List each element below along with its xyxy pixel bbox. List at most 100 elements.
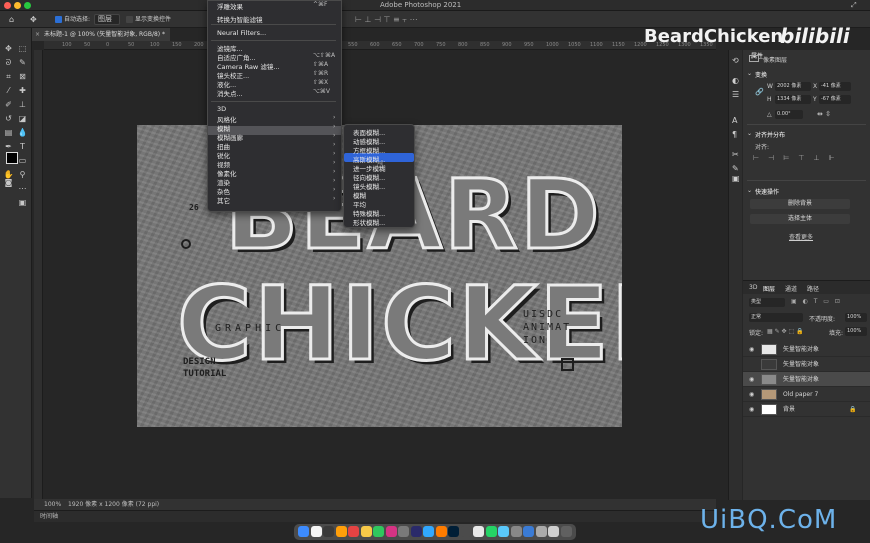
pen-tool-icon[interactable]: ✒ xyxy=(3,142,14,152)
fullscreen-icon[interactable]: ⤢ xyxy=(851,1,857,10)
close-window-button[interactable] xyxy=(4,2,11,9)
tool-presets-icon[interactable]: ✂ xyxy=(732,150,739,159)
dock-app-icon[interactable] xyxy=(310,526,322,537)
dock-app-icon[interactable] xyxy=(323,526,334,537)
eraser-icon[interactable]: ◪ xyxy=(17,114,28,124)
layer-row-selected[interactable]: ◉ 矢量智能对象 xyxy=(743,372,870,387)
crop-tool-icon[interactable]: ⌗ xyxy=(3,72,14,82)
history-panel-icon[interactable]: ⟲ xyxy=(732,56,739,65)
frame-tool-icon[interactable]: ⊠ xyxy=(17,72,28,82)
layer-kind-filter[interactable]: 类型 xyxy=(749,298,785,307)
type-tool-icon[interactable]: T xyxy=(17,142,28,152)
quick-actions-chevron-icon[interactable]: ⌄ xyxy=(747,187,752,194)
lasso-tool-icon[interactable]: ᘐ xyxy=(3,58,14,68)
learn-more-link[interactable]: 查看更多 xyxy=(789,232,813,241)
dock-app-icon[interactable] xyxy=(523,526,534,537)
transform-section-title[interactable]: 变换 xyxy=(755,70,767,79)
move-tool-icon[interactable]: ✥ xyxy=(30,14,37,25)
tab-channels[interactable]: 通道 xyxy=(785,284,797,293)
show-transform-checkbox[interactable] xyxy=(126,16,133,23)
align-chevron-icon[interactable]: ⌄ xyxy=(747,130,752,137)
height-field[interactable]: 1334 像素 xyxy=(775,95,811,104)
more-tools-icon[interactable]: ⋯ xyxy=(17,184,28,194)
blend-mode-select[interactable]: 正常 xyxy=(749,313,803,322)
align-section-title[interactable]: 对齐并分布 xyxy=(755,130,785,139)
horizontal-ruler[interactable]: 1005005010015020025030035040045050055060… xyxy=(44,41,716,50)
rectangle-tool-icon[interactable]: ▭ xyxy=(17,156,28,166)
dock-app-icon[interactable] xyxy=(410,526,422,537)
dock-app-icon[interactable] xyxy=(460,526,472,537)
remove-background-button[interactable]: 删除背景 xyxy=(750,199,850,209)
link-dimensions-icon[interactable]: 🔗 xyxy=(755,88,764,96)
dock-app-icon[interactable] xyxy=(510,526,522,537)
dock-app-icon[interactable] xyxy=(485,526,497,537)
stamp-tool-icon[interactable]: ⊥ xyxy=(17,100,28,110)
artboard-tool-icon[interactable]: ⬚ xyxy=(17,44,28,54)
dock-app-icon[interactable] xyxy=(360,526,372,537)
visibility-eye-icon[interactable]: ◉ xyxy=(749,406,754,413)
x-field[interactable]: -41 像素 xyxy=(819,82,851,91)
opacity-field[interactable]: 100% xyxy=(845,313,867,322)
blur-submenu-item[interactable]: 形状模糊... xyxy=(353,217,385,227)
history-brush-icon[interactable]: ↺ xyxy=(3,114,14,124)
eyedropper-icon[interactable]: ⁄ xyxy=(3,86,14,96)
blur-tool-icon[interactable]: 💧 xyxy=(17,128,28,138)
properties-panel-icon[interactable]: ▣ xyxy=(732,174,740,183)
dock-app-icon[interactable] xyxy=(298,526,309,537)
filter-menu-item[interactable]: 3D xyxy=(217,105,226,113)
filter-menu-item[interactable]: Neural Filters... xyxy=(217,29,266,37)
filter-menu-item[interactable]: 消失点... xyxy=(217,88,243,98)
zoom-window-button[interactable] xyxy=(24,2,31,9)
visibility-eye-icon[interactable]: ◉ xyxy=(749,391,754,398)
foreground-color-swatch[interactable] xyxy=(6,152,18,164)
dock-app-icon[interactable] xyxy=(435,526,447,537)
close-tab-icon[interactable]: × xyxy=(35,28,40,41)
timeline-tab[interactable]: 时间轴 xyxy=(40,511,58,523)
y-field[interactable]: -67 像素 xyxy=(819,95,851,104)
quick-actions-title[interactable]: 快速操作 xyxy=(755,187,779,196)
filter-menu-item[interactable]: 其它 xyxy=(217,195,230,205)
dock-app-icon[interactable] xyxy=(498,526,509,537)
fill-field[interactable]: 100% xyxy=(845,327,867,336)
visibility-eye-icon[interactable]: ◉ xyxy=(749,346,754,353)
character-panel-icon[interactable]: A xyxy=(732,116,737,125)
tab-3d[interactable]: 3D xyxy=(749,284,757,291)
zoom-tool-icon[interactable]: ⚲ xyxy=(17,170,28,180)
brush-tool-icon[interactable]: ✐ xyxy=(3,100,14,110)
flip-icons[interactable]: ⇹ ⇳ xyxy=(817,110,831,118)
move-tool-icon[interactable]: ✥ xyxy=(3,44,14,54)
home-icon[interactable]: ⌂ xyxy=(9,14,14,25)
document-tab[interactable]: × 未标题-1 @ 100% (矢量智能对象, RGB/8) * xyxy=(32,28,170,41)
quick-mask-icon[interactable]: ◙ xyxy=(3,178,14,188)
dock-app-icon[interactable] xyxy=(373,526,384,537)
minimize-window-button[interactable] xyxy=(14,2,21,9)
dock-app-icon[interactable] xyxy=(535,526,547,537)
lock-icons[interactable]: ▦ ✎ ✥ ⬚ 🔒 xyxy=(767,328,804,335)
select-subject-button[interactable]: 选择主体 xyxy=(750,214,850,224)
filter-menu-item[interactable]: 转换为智能滤镜 xyxy=(217,14,263,24)
dock-app-icon[interactable] xyxy=(348,526,359,537)
dock-app-icon[interactable] xyxy=(398,526,409,537)
angle-field[interactable]: 0.00° xyxy=(775,110,803,119)
align-buttons-row[interactable]: ⊢⊣⊨⊤⊥⊩ xyxy=(753,154,844,162)
dock-app-icon[interactable] xyxy=(335,526,347,537)
layer-row[interactable]: ◉ 矢量智能对象 xyxy=(743,342,870,357)
filter-menu-item[interactable]: 浮雕效果 xyxy=(217,1,243,11)
vertical-ruler[interactable] xyxy=(34,50,43,500)
gradient-tool-icon[interactable]: ▤ xyxy=(3,128,14,138)
layer-row[interactable]: ◉ 背景 🔒 xyxy=(743,402,870,417)
layer-filter-icons[interactable]: ▣ ◐ T ▭ ⊡ xyxy=(791,298,842,305)
dock-app-icon[interactable] xyxy=(560,526,572,537)
paragraph-panel-icon[interactable]: ¶ xyxy=(732,130,737,139)
quick-select-icon[interactable]: ✎ xyxy=(17,58,28,68)
auto-select-dropdown[interactable]: 图层 xyxy=(94,14,120,25)
zoom-level[interactable]: 100% xyxy=(44,499,61,510)
brush-settings-icon[interactable]: ✎ xyxy=(732,164,739,173)
visibility-eye-icon[interactable]: ◉ xyxy=(749,376,754,383)
dock-app-icon[interactable] xyxy=(548,526,559,537)
layer-row[interactable]: ◉ Old paper 7 xyxy=(743,387,870,402)
dock-app-icon[interactable] xyxy=(473,526,484,537)
transform-chevron-icon[interactable]: ⌄ xyxy=(747,70,752,77)
layer-row[interactable]: 矢量智能对象 xyxy=(743,357,870,372)
tab-paths[interactable]: 路径 xyxy=(807,284,819,293)
